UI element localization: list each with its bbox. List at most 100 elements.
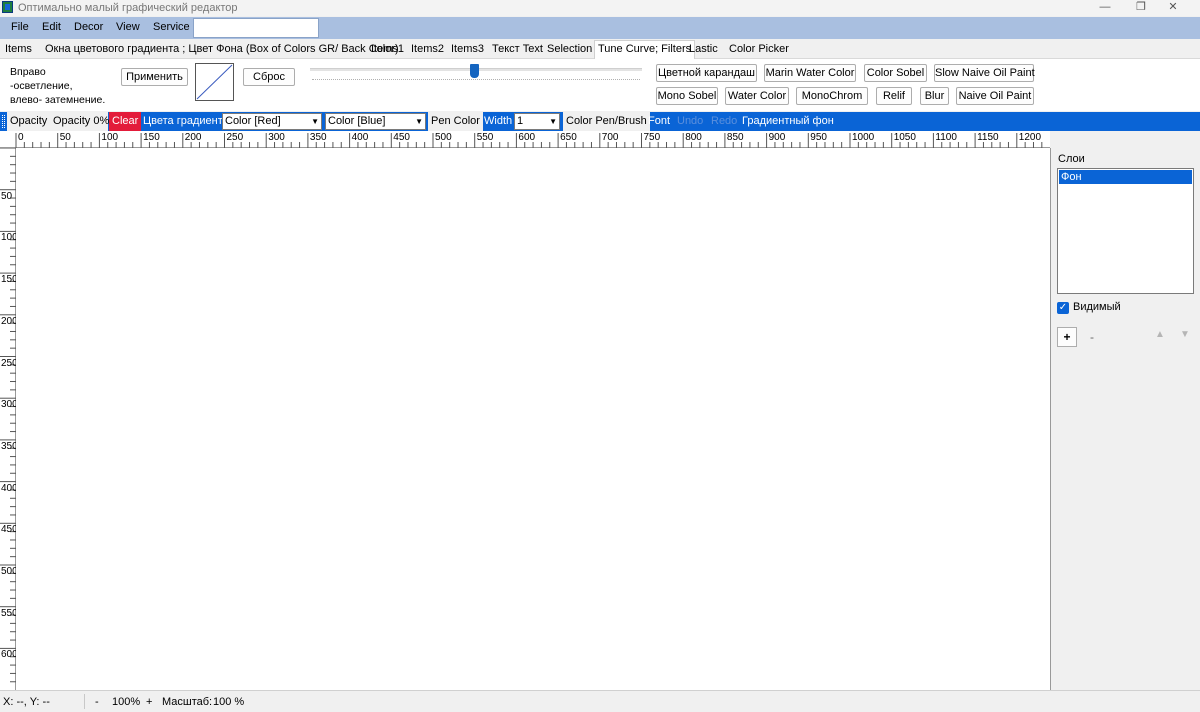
- ruler-label: 200: [184, 132, 202, 143]
- menu-search-input[interactable]: [193, 18, 319, 38]
- filter-water-color-button[interactable]: Water Color: [725, 87, 789, 105]
- filter-slow-naive-oil-paint-button[interactable]: Slow Naive Oil Paint: [934, 64, 1035, 82]
- window-title: Оптимально малый графический редактор: [18, 2, 238, 14]
- status-separator: [84, 694, 85, 709]
- width-select[interactable]: 1 ▼: [514, 113, 560, 130]
- visible-checkbox-label: Видимый: [1073, 301, 1121, 313]
- minimize-button[interactable]: —: [1090, 0, 1120, 16]
- vertical-ruler: 50 100 150 200 250 300 350 400 450 500 550 600: [0, 148, 18, 690]
- menu-service[interactable]: Service: [153, 21, 190, 33]
- brightness-hint: Вправо -осветление, влево- затемнение.: [10, 65, 110, 107]
- tab-color-picker[interactable]: Color Picker: [729, 43, 789, 55]
- pen-color-button[interactable]: Pen Color: [428, 112, 483, 131]
- layers-title: Слои: [1058, 153, 1085, 165]
- gradient-colors-button[interactable]: Цвета градиента: [140, 112, 232, 131]
- filter-relif-button[interactable]: Relif: [876, 87, 912, 105]
- gradient-color-1-select[interactable]: Color [Red] ▼: [222, 113, 322, 130]
- ruler-label: 950: [810, 132, 827, 143]
- ruler-label: 150: [143, 132, 160, 143]
- curve-line-icon: [196, 64, 233, 100]
- title-bar: Оптимально малый графический редактор — …: [0, 0, 1200, 16]
- gradient-color-2-select[interactable]: Color [Blue] ▼: [325, 113, 426, 130]
- tab-selection[interactable]: Selection: [547, 43, 592, 55]
- filter-mono-sobel-button[interactable]: Mono Sobel: [656, 87, 718, 105]
- menu-file[interactable]: File: [11, 21, 29, 33]
- ruler-label: 550: [476, 132, 494, 143]
- gradient-background-button[interactable]: Градиентный фон: [739, 112, 837, 131]
- menu-view[interactable]: View: [116, 21, 140, 33]
- move-layer-up-button[interactable]: ▲: [1150, 325, 1170, 345]
- reset-button[interactable]: Сброс: [243, 68, 295, 86]
- ruler-label: 850: [726, 132, 744, 143]
- tab-items3[interactable]: Items3: [451, 43, 484, 55]
- chevron-down-icon: ▼: [415, 117, 423, 126]
- menu-decor[interactable]: Decor: [74, 21, 103, 33]
- ruler-label: 350: [309, 132, 327, 143]
- scale-value: 100 %: [213, 696, 245, 708]
- color-pen-brush-button[interactable]: Color Pen/Brush: [563, 112, 650, 131]
- brightness-slider-thumb[interactable]: [470, 64, 479, 78]
- ruler-label: 800: [685, 132, 702, 143]
- filter-color-sobel-button[interactable]: Color Sobel: [864, 64, 927, 82]
- menu-bar: File Edit Decor View Service: [0, 17, 1200, 39]
- chevron-down-icon: ▼: [549, 117, 557, 126]
- scale-label: Масштаб:: [162, 696, 213, 708]
- layer-item-background[interactable]: Фон: [1059, 170, 1192, 184]
- add-layer-button[interactable]: +: [1057, 327, 1077, 347]
- tab-gradient-windows[interactable]: Окна цветового градиента ; Цвет Фона (Bo…: [45, 43, 399, 55]
- ruler-label: 300: [268, 132, 285, 143]
- filter-color-pencil-button[interactable]: Цветной карандаш: [656, 64, 757, 82]
- tune-curve-graph[interactable]: [195, 63, 234, 101]
- apply-button[interactable]: Применить: [121, 68, 188, 86]
- ruler-label: 100: [101, 132, 119, 143]
- layers-panel: Слои Фон ✓ Видимый + - ▲ ▼: [1050, 148, 1200, 690]
- width-value: 1: [517, 115, 524, 127]
- ruler-label: 50: [1, 190, 13, 202]
- ruler-label: 600: [518, 132, 536, 143]
- cursor-coordinates: X: --, Y: --: [3, 696, 50, 708]
- undo-button[interactable]: Undo: [674, 112, 706, 131]
- tab-items[interactable]: Items: [5, 43, 32, 55]
- filter-blur-button[interactable]: Blur: [920, 87, 949, 105]
- drawing-canvas[interactable]: [16, 148, 1050, 690]
- font-button[interactable]: Font: [645, 112, 673, 131]
- layers-list[interactable]: Фон: [1057, 168, 1194, 294]
- ruler-label: 1100: [935, 132, 957, 143]
- opacity-value[interactable]: Opacity 0%: [50, 112, 109, 131]
- zoom-out-button[interactable]: -: [95, 696, 99, 708]
- menu-edit[interactable]: Edit: [42, 21, 61, 33]
- zoom-in-button[interactable]: +: [146, 696, 152, 708]
- ruler-label: 1000: [852, 132, 875, 143]
- visible-checkbox[interactable]: ✓: [1057, 302, 1069, 314]
- ruler-label: 50: [59, 132, 71, 143]
- slider-ticks: [312, 79, 640, 81]
- ruler-label: 1200: [1018, 132, 1042, 143]
- width-label: Width: [484, 115, 513, 127]
- chevron-down-icon: ▼: [311, 117, 319, 126]
- close-button[interactable]: ✕: [1158, 0, 1188, 16]
- restore-button[interactable]: ❐: [1126, 0, 1156, 16]
- remove-layer-button[interactable]: -: [1082, 327, 1102, 347]
- clear-button[interactable]: Clear: [109, 112, 142, 131]
- zoom-level: 100%: [112, 696, 141, 708]
- filter-marin-water-color-button[interactable]: Marin Water Color: [764, 64, 856, 82]
- filter-monochrom-button[interactable]: MonoChrom: [796, 87, 868, 105]
- opacity-button[interactable]: Opacity: [7, 112, 51, 131]
- gradient-color-2-value: Color [Blue]: [328, 115, 386, 127]
- ruler-label: 1150: [977, 132, 999, 143]
- move-layer-down-button[interactable]: ▼: [1175, 325, 1195, 345]
- tab-items2[interactable]: Items2: [411, 43, 444, 55]
- tab-items1[interactable]: Items1: [371, 43, 404, 55]
- tab-lastic[interactable]: Lastic: [689, 43, 718, 55]
- filter-naive-oil-paint-button[interactable]: Naive Oil Paint: [956, 87, 1034, 105]
- redo-button[interactable]: Redo: [708, 112, 740, 131]
- ruler-label: 500: [435, 132, 452, 143]
- tab-tune-curve-filters[interactable]: Tune Curve; Filters: [594, 40, 696, 60]
- toolbar-grip[interactable]: [2, 115, 5, 128]
- hint-line-2: влево- затемнение.: [10, 94, 106, 106]
- ruler-label: 400: [351, 132, 369, 143]
- ruler-label: 0: [18, 132, 24, 143]
- gradient-color-1-value: Color [Red]: [225, 115, 281, 127]
- tab-text[interactable]: Текст Text: [492, 43, 543, 55]
- hint-line-1: Вправо -осветление,: [10, 66, 73, 92]
